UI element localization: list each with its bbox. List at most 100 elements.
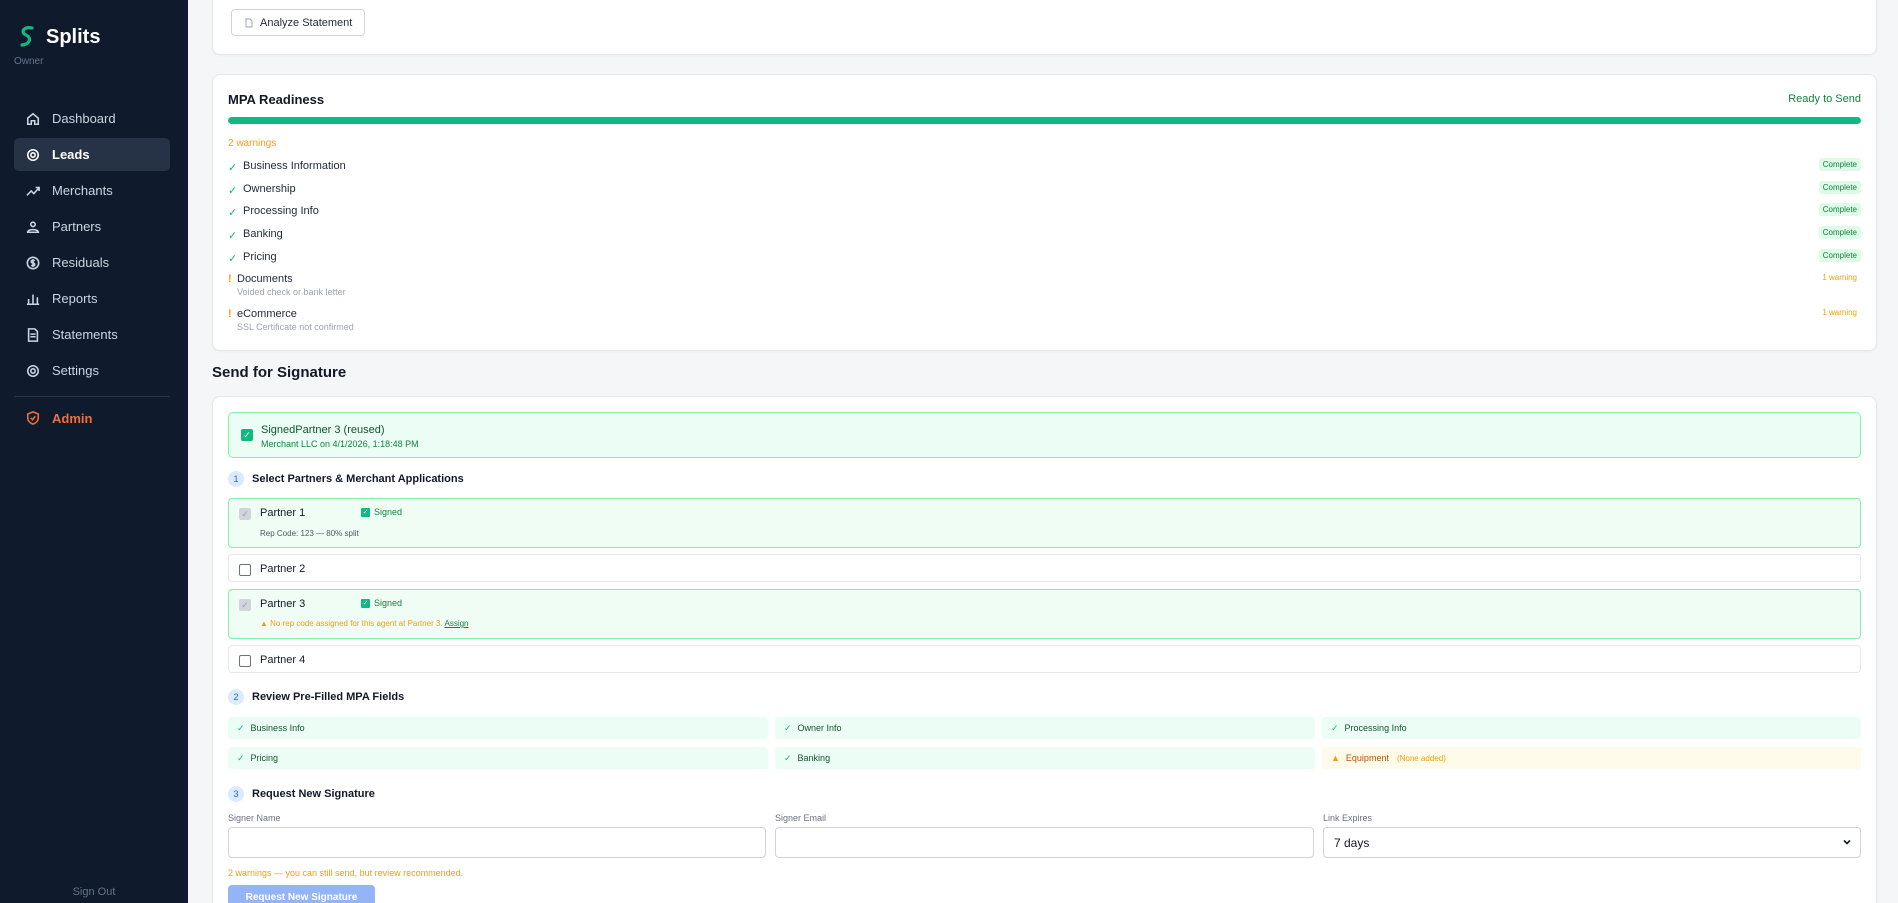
check-icon: ✓	[1331, 722, 1339, 733]
bar-chart-icon	[26, 292, 40, 306]
sidebar-item-label: Merchants	[52, 183, 113, 198]
checklist-item: ✓ Processing Info Complete	[228, 203, 1861, 223]
partner-name: Partner 1	[260, 507, 306, 519]
partner-row[interactable]: ✓ Partner 3 ✓ Signed ▲ No rep code assign…	[228, 589, 1861, 639]
field-label: Equipment	[1345, 753, 1389, 763]
check-icon: ✓	[228, 162, 238, 174]
partner-warning: ▲ No rep code assigned for this agent at…	[260, 619, 469, 628]
checklist-label: Business Information	[243, 160, 346, 172]
signed-label: Signed	[374, 507, 403, 517]
assign-link[interactable]: Assign	[444, 619, 468, 628]
signer-email-label: Signer Email	[775, 813, 827, 823]
sidebar-item-dashboard[interactable]: Dashboard	[14, 102, 170, 135]
warning-triangle-icon: ▲	[1331, 753, 1340, 763]
trend-icon	[26, 184, 40, 198]
field-label: Processing Info	[1344, 723, 1407, 733]
document-icon	[26, 327, 40, 342]
signed-badge: ✓ Signed	[361, 598, 402, 608]
field-tile-owner-info: ✓ Owner Info	[775, 717, 1315, 739]
warning-icon: !	[228, 273, 232, 285]
checklist-item: ✓ Pricing Complete	[228, 249, 1861, 269]
step-title: Select Partners & Merchant Applications	[252, 473, 464, 485]
step-3-header: 3 Request New Signature	[228, 786, 375, 802]
sidebar-item-leads[interactable]: Leads	[14, 138, 170, 171]
partner-checkbox[interactable]: ✓	[239, 508, 251, 520]
link-expires-select[interactable]: 7 days	[1323, 827, 1861, 858]
signed-check-icon: ✓	[241, 429, 253, 441]
warning-icon: !	[228, 308, 232, 320]
signed-badge: ✓ Signed	[361, 507, 402, 517]
field-label: Owner Info	[797, 723, 842, 733]
sidebar-item-label: Residuals	[52, 255, 110, 270]
partner-rep-code: Rep Code: 123 — 80% split	[260, 529, 359, 538]
request-new-signature-button[interactable]: Request New Signature	[228, 885, 375, 903]
send-for-signature-title: Send for Signature	[212, 364, 347, 381]
mpa-progress-bar	[228, 117, 1861, 124]
partner-row[interactable]: ✓ Partner 1 ✓ Signed Rep Code: 123 — 80% …	[228, 498, 1861, 548]
partner-name: Partner 3	[260, 598, 306, 610]
field-tile-pricing: ✓ Pricing	[228, 747, 768, 769]
status-badge: Complete	[1818, 203, 1861, 216]
checklist-sublabel: Voided check or bank letter	[237, 287, 346, 297]
warnings-count: 2 warnings	[228, 138, 277, 149]
status-badge: 1 warning	[1822, 308, 1857, 317]
partners-icon	[26, 220, 40, 234]
signed-label: Signed	[374, 598, 403, 608]
sidebar-item-residuals[interactable]: Residuals	[14, 246, 170, 279]
checklist-sublabel: SSL Certificate not confirmed	[237, 322, 354, 332]
home-icon	[26, 112, 40, 126]
sidebar-item-label: Statements	[52, 327, 118, 342]
statement-card	[212, 0, 1877, 55]
checklist-label: eCommerce	[237, 308, 297, 320]
status-badge: Complete	[1818, 226, 1861, 239]
sidebar-item-reports[interactable]: Reports	[14, 282, 170, 315]
partner-checkbox[interactable]: ✓	[239, 599, 251, 611]
check-icon: ✓	[237, 722, 245, 733]
check-icon: ✓	[784, 752, 792, 763]
sidebar-item-label: Reports	[52, 291, 98, 306]
partner-checkbox[interactable]	[239, 655, 251, 667]
checklist-label: Processing Info	[243, 205, 319, 217]
bottom-warning: 2 warnings — you can still send, but rev…	[228, 868, 464, 878]
sidebar-item-settings[interactable]: Settings	[14, 354, 170, 387]
signer-email-input[interactable]	[775, 827, 1314, 858]
step-number: 3	[228, 786, 244, 802]
partner-name: Partner 2	[260, 563, 306, 575]
target-icon	[26, 148, 40, 162]
signer-name-input[interactable]	[228, 827, 766, 858]
check-icon: ✓	[237, 752, 245, 763]
sidebar: Splits Owner Dashboard Leads Merchants P…	[0, 0, 188, 903]
partner-checkbox[interactable]	[239, 564, 251, 576]
brand[interactable]: Splits	[16, 24, 100, 50]
mpa-status: Ready to Send	[1788, 93, 1861, 105]
step-title: Request New Signature	[252, 788, 375, 800]
checklist-item: ✓ Banking Complete	[228, 226, 1861, 246]
partner-name: Partner 4	[260, 654, 306, 666]
checklist-item: ✓ Ownership Complete	[228, 181, 1861, 201]
step-title: Review Pre-Filled MPA Fields	[252, 691, 405, 703]
sign-out-link[interactable]: Sign Out	[0, 886, 188, 898]
mpa-readiness-title: MPA Readiness	[228, 92, 325, 107]
check-icon: ✓	[228, 185, 238, 197]
sidebar-item-statements[interactable]: Statements	[14, 318, 170, 351]
status-badge: Complete	[1818, 158, 1861, 171]
signer-name-label: Signer Name	[228, 813, 281, 823]
warning-triangle-icon: ▲	[260, 619, 268, 628]
partner-row[interactable]: Partner 2	[228, 554, 1861, 582]
sidebar-item-label: Partners	[52, 219, 102, 234]
sidebar-item-admin[interactable]: Admin	[14, 406, 170, 430]
analyze-statement-label: Analyze Statement	[260, 16, 353, 29]
field-label: Business Info	[250, 723, 305, 733]
document-icon	[245, 18, 253, 27]
sidebar-item-merchants[interactable]: Merchants	[14, 174, 170, 207]
field-tile-business-info: ✓ Business Info	[228, 717, 768, 739]
sidebar-item-label: Leads	[52, 147, 90, 162]
sidebar-nav: Dashboard Leads Merchants Partners Resid…	[14, 102, 170, 390]
link-expires-value: 7 days	[1334, 835, 1370, 850]
sidebar-item-partners[interactable]: Partners	[14, 210, 170, 243]
analyze-statement-button[interactable]: Analyze Statement	[231, 9, 366, 36]
status-badge: Complete	[1818, 249, 1861, 262]
checklist-label: Banking	[243, 228, 283, 240]
signed-check-icon: ✓	[361, 598, 370, 608]
partner-row[interactable]: Partner 4	[228, 645, 1861, 673]
